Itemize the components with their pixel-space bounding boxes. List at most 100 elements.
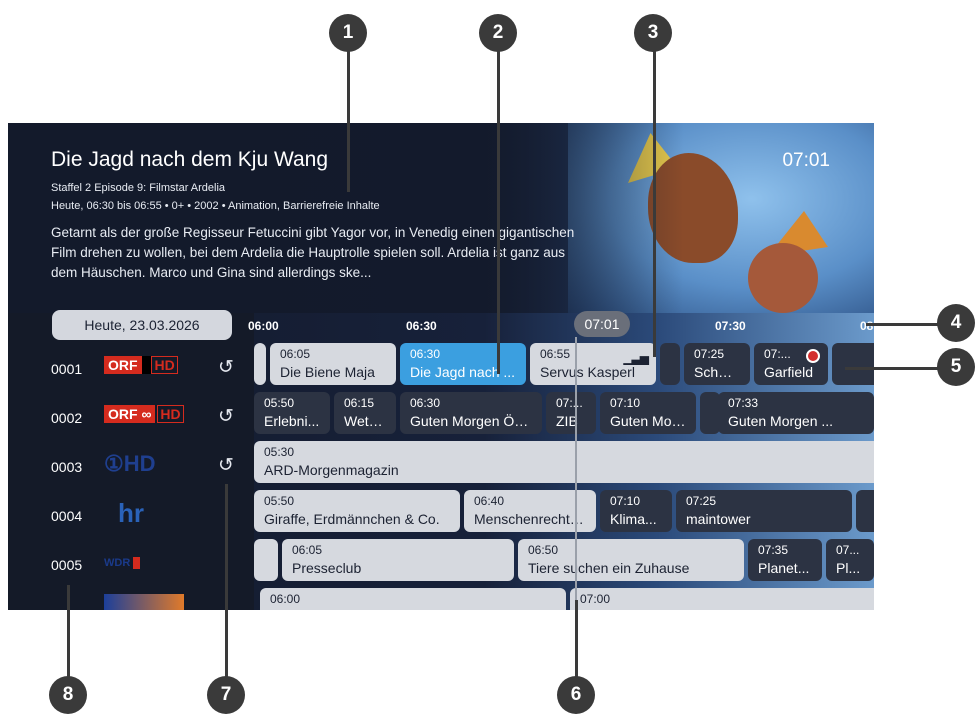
program-time: 06:00: [270, 592, 301, 606]
program-cell[interactable]: 07:00: [570, 588, 874, 610]
channel-logo: [104, 594, 184, 610]
program-time: 07:...: [556, 396, 583, 410]
program-time: 07:25: [694, 347, 725, 361]
program-cell[interactable]: [254, 539, 278, 581]
marker-line: [575, 600, 578, 680]
time-tick: 06:00: [248, 319, 279, 333]
program-cell[interactable]: 07:... ZIB: [546, 392, 596, 434]
program-name: Guten Morgen ...: [728, 413, 834, 429]
program-name: Die Jagd nach ...: [410, 364, 516, 380]
program-name: Presseclub: [292, 560, 362, 576]
marker-line: [845, 367, 942, 370]
now-indicator: 07:01: [574, 311, 630, 337]
program-cell[interactable]: 07:35 Planet...: [748, 539, 822, 581]
replay-icon[interactable]: ↺: [218, 454, 234, 477]
marker-line: [67, 585, 70, 680]
program-cell[interactable]: 06:30 Guten Morgen Öst...: [400, 392, 542, 434]
channel-logo: WDR ■: [104, 557, 140, 569]
episode-info: Staffel 2 Episode 9: Filmstar Ardelia: [51, 182, 226, 194]
program-time: 06:30: [410, 396, 441, 410]
replay-icon[interactable]: ↺: [218, 356, 234, 379]
tv-screen: Die Jagd nach dem Kju Wang 07:01 Staffel…: [8, 123, 874, 610]
program-cell[interactable]: 06:05 Die Biene Maja: [270, 343, 396, 385]
program-cell[interactable]: [660, 343, 680, 385]
program-name: Servus Kasperl: [540, 364, 635, 380]
program-time: 06:30: [410, 347, 441, 361]
program-cell[interactable]: 06:05 Presseclub: [282, 539, 514, 581]
program-name: Pl...: [836, 560, 861, 576]
program-grid: 06:05 Die Biene Maja 06:30 Die Jagd nach…: [254, 343, 874, 610]
program-name: ARD-Morgenmagazin: [264, 462, 399, 478]
marker-badge: 2: [479, 14, 517, 52]
time-tick: 08:00: [860, 319, 874, 333]
channel-row[interactable]: 0005 WDR ■: [8, 541, 254, 590]
program-name: Klima...: [610, 511, 657, 527]
replay-icon[interactable]: ↺: [218, 405, 234, 428]
program-cell[interactable]: [832, 343, 874, 385]
record-dot-icon: [806, 349, 820, 363]
program-cell[interactable]: 05:50 Erlebni...: [254, 392, 330, 434]
program-name: Guten Morgen Öst...: [410, 413, 532, 429]
program-name: Tiere suchen ein Zuhause: [528, 560, 690, 576]
program-cell[interactable]: 07:... Garfield: [754, 343, 828, 385]
program-time: 07:10: [610, 396, 641, 410]
audio-bars-icon: ▁▃▅: [623, 351, 649, 365]
program-cell[interactable]: 07:33 Guten Morgen ...: [718, 392, 874, 434]
date-selector[interactable]: Heute, 23.03.2026: [52, 310, 232, 340]
program-time: 06:40: [474, 494, 505, 508]
channel-number: 0005: [51, 557, 83, 573]
program-cell[interactable]: 06:55 Servus Kasperl ▁▃▅: [530, 343, 656, 385]
marker-badge: 8: [49, 676, 87, 714]
program-meta: Heute, 06:30 bis 06:55 • 0+ • 2002 • Ani…: [51, 200, 380, 212]
program-time: 07:25: [686, 494, 717, 508]
program-cell[interactable]: 06:00: [260, 588, 566, 610]
marker-badge: 1: [329, 14, 367, 52]
channel-logo: ①HD: [104, 451, 156, 476]
time-bar: 06:00 06:30 07:30 08:00: [248, 311, 874, 341]
program-time: 07:10: [610, 494, 641, 508]
program-cell[interactable]: [254, 343, 266, 385]
channel-number: 0003: [51, 459, 83, 475]
program-time: 07...: [836, 543, 860, 557]
program-name: maintower: [686, 511, 751, 527]
program-cell[interactable]: 07:10 Klima...: [600, 490, 672, 532]
program-time: 06:15: [344, 396, 375, 410]
program-cell[interactable]: 05:50 Giraffe, Erdmännchen & Co.: [254, 490, 460, 532]
channel-logo: ORF HD: [104, 356, 178, 379]
program-name: Planet...: [758, 560, 810, 576]
marker-badge: 4: [937, 304, 975, 342]
program-cell[interactable]: 06:15 Wette...: [334, 392, 396, 434]
time-tick: 06:30: [406, 319, 437, 333]
program-description: Getarnt als der große Regisseur Fetuccin…: [51, 225, 575, 280]
channel-logo: hr: [118, 498, 144, 528]
program-cell[interactable]: 05:30 ARD-Morgenmagazin: [254, 441, 874, 483]
program-cell-selected[interactable]: 06:30 Die Jagd nach ...: [400, 343, 526, 385]
program-cell[interactable]: 07... Pl...: [826, 539, 874, 581]
program-cell[interactable]: 07:10 Guten Mor...: [600, 392, 696, 434]
marker-badge: 6: [557, 676, 595, 714]
marker-line: [225, 484, 228, 680]
channel-row[interactable]: 0004 hr: [8, 492, 254, 541]
program-name: Giraffe, Erdmännchen & Co.: [264, 511, 440, 527]
channel-row[interactable]: 0002 ORF ∞ HD ↺: [8, 394, 254, 443]
program-title: Die Jagd nach dem Kju Wang: [51, 148, 329, 171]
channel-row[interactable]: [8, 590, 254, 610]
program-name: Erlebni...: [264, 413, 320, 429]
program-cell[interactable]: [700, 392, 720, 434]
program-time: 06:50: [528, 543, 559, 557]
channel-number: 0004: [51, 508, 83, 524]
program-cell[interactable]: 06:50 Tiere suchen ein Zuhause: [518, 539, 744, 581]
program-cell[interactable]: [856, 490, 874, 532]
program-cell[interactable]: 07:25 maintower: [676, 490, 852, 532]
channel-row[interactable]: 0003 ①HD ↺: [8, 443, 254, 492]
program-cell[interactable]: 07:25 Schma...: [684, 343, 750, 385]
channel-logo: ORF ∞ HD: [104, 405, 184, 428]
program-name: Die Biene Maja: [280, 364, 375, 380]
marker-line: [497, 49, 500, 374]
channel-number: 0002: [51, 410, 83, 426]
channel-row[interactable]: 0001 ORF HD ↺: [8, 345, 254, 394]
program-time: 05:30: [264, 445, 295, 459]
marker-badge: 3: [634, 14, 672, 52]
program-name: Wette...: [344, 413, 386, 429]
channel-number: 0001: [51, 361, 83, 377]
